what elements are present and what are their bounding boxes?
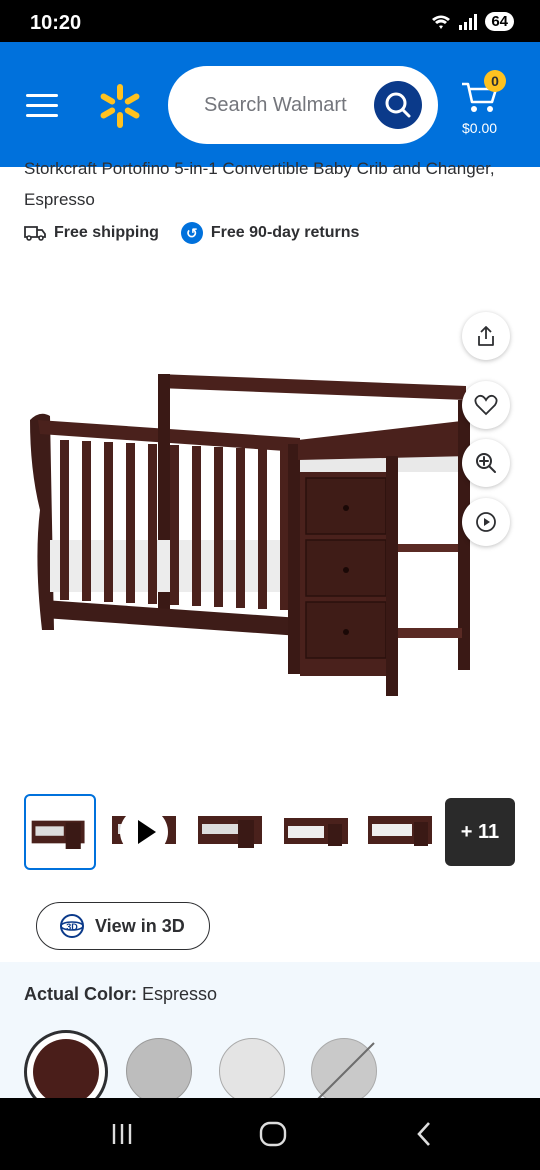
svg-text:3D: 3D [66,922,78,932]
free-returns-label: Free 90-day returns [210,224,360,241]
swatch-white[interactable] [219,1038,285,1104]
zoom-button[interactable] [462,439,510,487]
walmart-spark-icon[interactable] [96,82,144,130]
video-thumbnail[interactable] [108,794,180,870]
search-bar[interactable]: Search Walmart [168,66,438,144]
battery-indicator: 64 [485,12,514,31]
cart-count-badge: 0 [484,70,506,92]
free-returns: ↺ Free 90-day returns [180,222,360,244]
android-nav-bar [0,1098,540,1170]
play-icon [476,512,496,532]
truck-icon [24,226,46,241]
video-button[interactable] [462,498,510,546]
search-input[interactable]: Search Walmart [204,94,347,117]
thumbnail-strip: + 11 [24,794,524,872]
cart-total: $0.00 [462,120,498,136]
view-in-3d-button[interactable]: 3D View in 3D [36,902,210,950]
home-icon[interactable] [258,1119,288,1149]
heart-icon [474,394,498,416]
recent-apps-icon[interactable] [107,1119,137,1149]
free-shipping: Free shipping [24,224,159,242]
free-shipping-label: Free shipping [54,224,159,241]
zoom-icon [476,453,496,473]
returns-icon: ↺ [180,222,203,244]
status-icons: 64 [431,12,514,31]
swatch-unavailable[interactable] [311,1038,377,1104]
color-section: Actual Color: Espresso [0,962,540,1114]
product-image[interactable] [30,360,500,710]
status-bar: 10:20 64 [0,0,540,42]
color-value: Espresso [142,984,218,1004]
product-title: Storkcraft Portofino 5-in-1 Convertible … [24,159,495,209]
signal-icon [459,13,478,30]
thumbnail[interactable] [194,794,266,870]
thumbnail[interactable] [364,794,436,870]
thumbnail[interactable] [24,794,96,870]
benefits-row: Free shipping ↺ Free 90-day returns [24,222,381,244]
status-time: 10:20 [30,12,82,34]
more-images-button[interactable]: + 11 [445,798,515,866]
back-icon[interactable] [410,1119,440,1149]
search-button[interactable] [374,81,422,129]
color-label-title: Actual Color: [24,984,138,1004]
header: Search Walmart 0 $0.00 [0,42,540,167]
swatch-gray[interactable] [126,1038,192,1104]
favorite-button[interactable] [462,381,510,429]
color-label: Actual Color: Espresso [24,984,217,1005]
menu-icon[interactable] [26,94,58,118]
search-icon [385,92,411,118]
share-icon [478,326,494,346]
share-button[interactable] [462,312,510,360]
view-in-3d-label: View in 3D [95,915,185,936]
cart-button[interactable]: 0 $0.00 [458,70,518,140]
3d-icon: 3D [60,914,84,938]
wifi-icon [432,15,451,29]
thumbnail[interactable] [280,794,352,870]
